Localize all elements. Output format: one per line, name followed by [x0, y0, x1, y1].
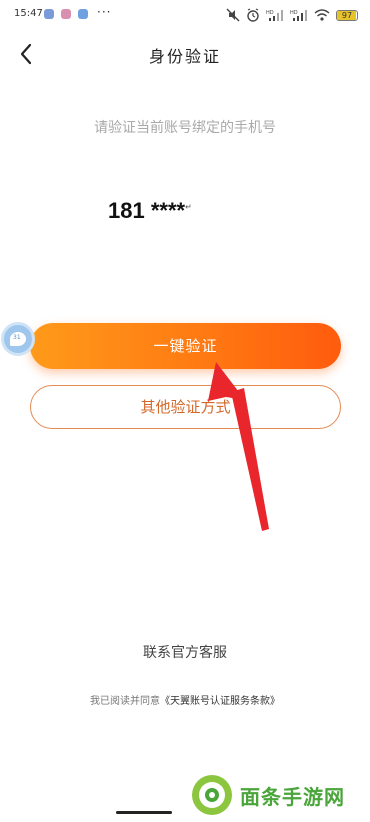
home-indicator[interactable] [116, 811, 172, 814]
one-click-verify-button[interactable]: 一键验证 [30, 323, 341, 369]
watermark: 面条手游网 [190, 770, 345, 820]
agreement-text: 我已阅读并同意《天翼账号认证服务条款》 [0, 692, 370, 707]
notification-app-icon [44, 9, 54, 19]
floating-badge: 31 [13, 334, 21, 341]
signal-hd-icon: HD [266, 10, 283, 21]
watermark-text: 面条手游网 [240, 784, 345, 809]
notification-app-icon [78, 9, 88, 19]
wifi-icon [314, 9, 330, 21]
contact-support-link[interactable]: 联系官方客服 [0, 642, 370, 662]
other-verify-methods-button[interactable]: 其他验证方式 [30, 385, 341, 429]
floating-assistant-bubble[interactable]: 31 [1, 322, 35, 356]
battery-level: 97 [341, 10, 353, 20]
battery-icon: 97 [336, 9, 358, 21]
verify-instruction: 请验证当前账号绑定的手机号 [94, 120, 276, 136]
phone-number-text: 181 **** [108, 198, 186, 223]
caret-icon: ↵ [185, 202, 192, 212]
mute-icon [226, 8, 240, 22]
terms-link[interactable]: 《天翼账号认证服务条款》 [160, 696, 280, 707]
svg-text:HD: HD [290, 10, 298, 16]
more-notifications-icon: ··· [97, 5, 112, 19]
page-title: 身份验证 [148, 47, 221, 66]
status-bar: 15:47 ··· HD HD 97 [0, 0, 370, 30]
phone-number: 181 ****↵ [108, 198, 192, 224]
status-icons: HD HD 97 [226, 7, 358, 23]
notification-app-icon [61, 9, 71, 19]
alarm-icon [247, 8, 259, 22]
watermark-logo-icon [192, 775, 232, 815]
signal-hd-icon: HD [290, 10, 307, 21]
agreement-prefix: 我已阅读并同意 [90, 696, 160, 707]
svg-text:HD: HD [266, 10, 274, 16]
status-time: 15:47 [14, 8, 43, 19]
